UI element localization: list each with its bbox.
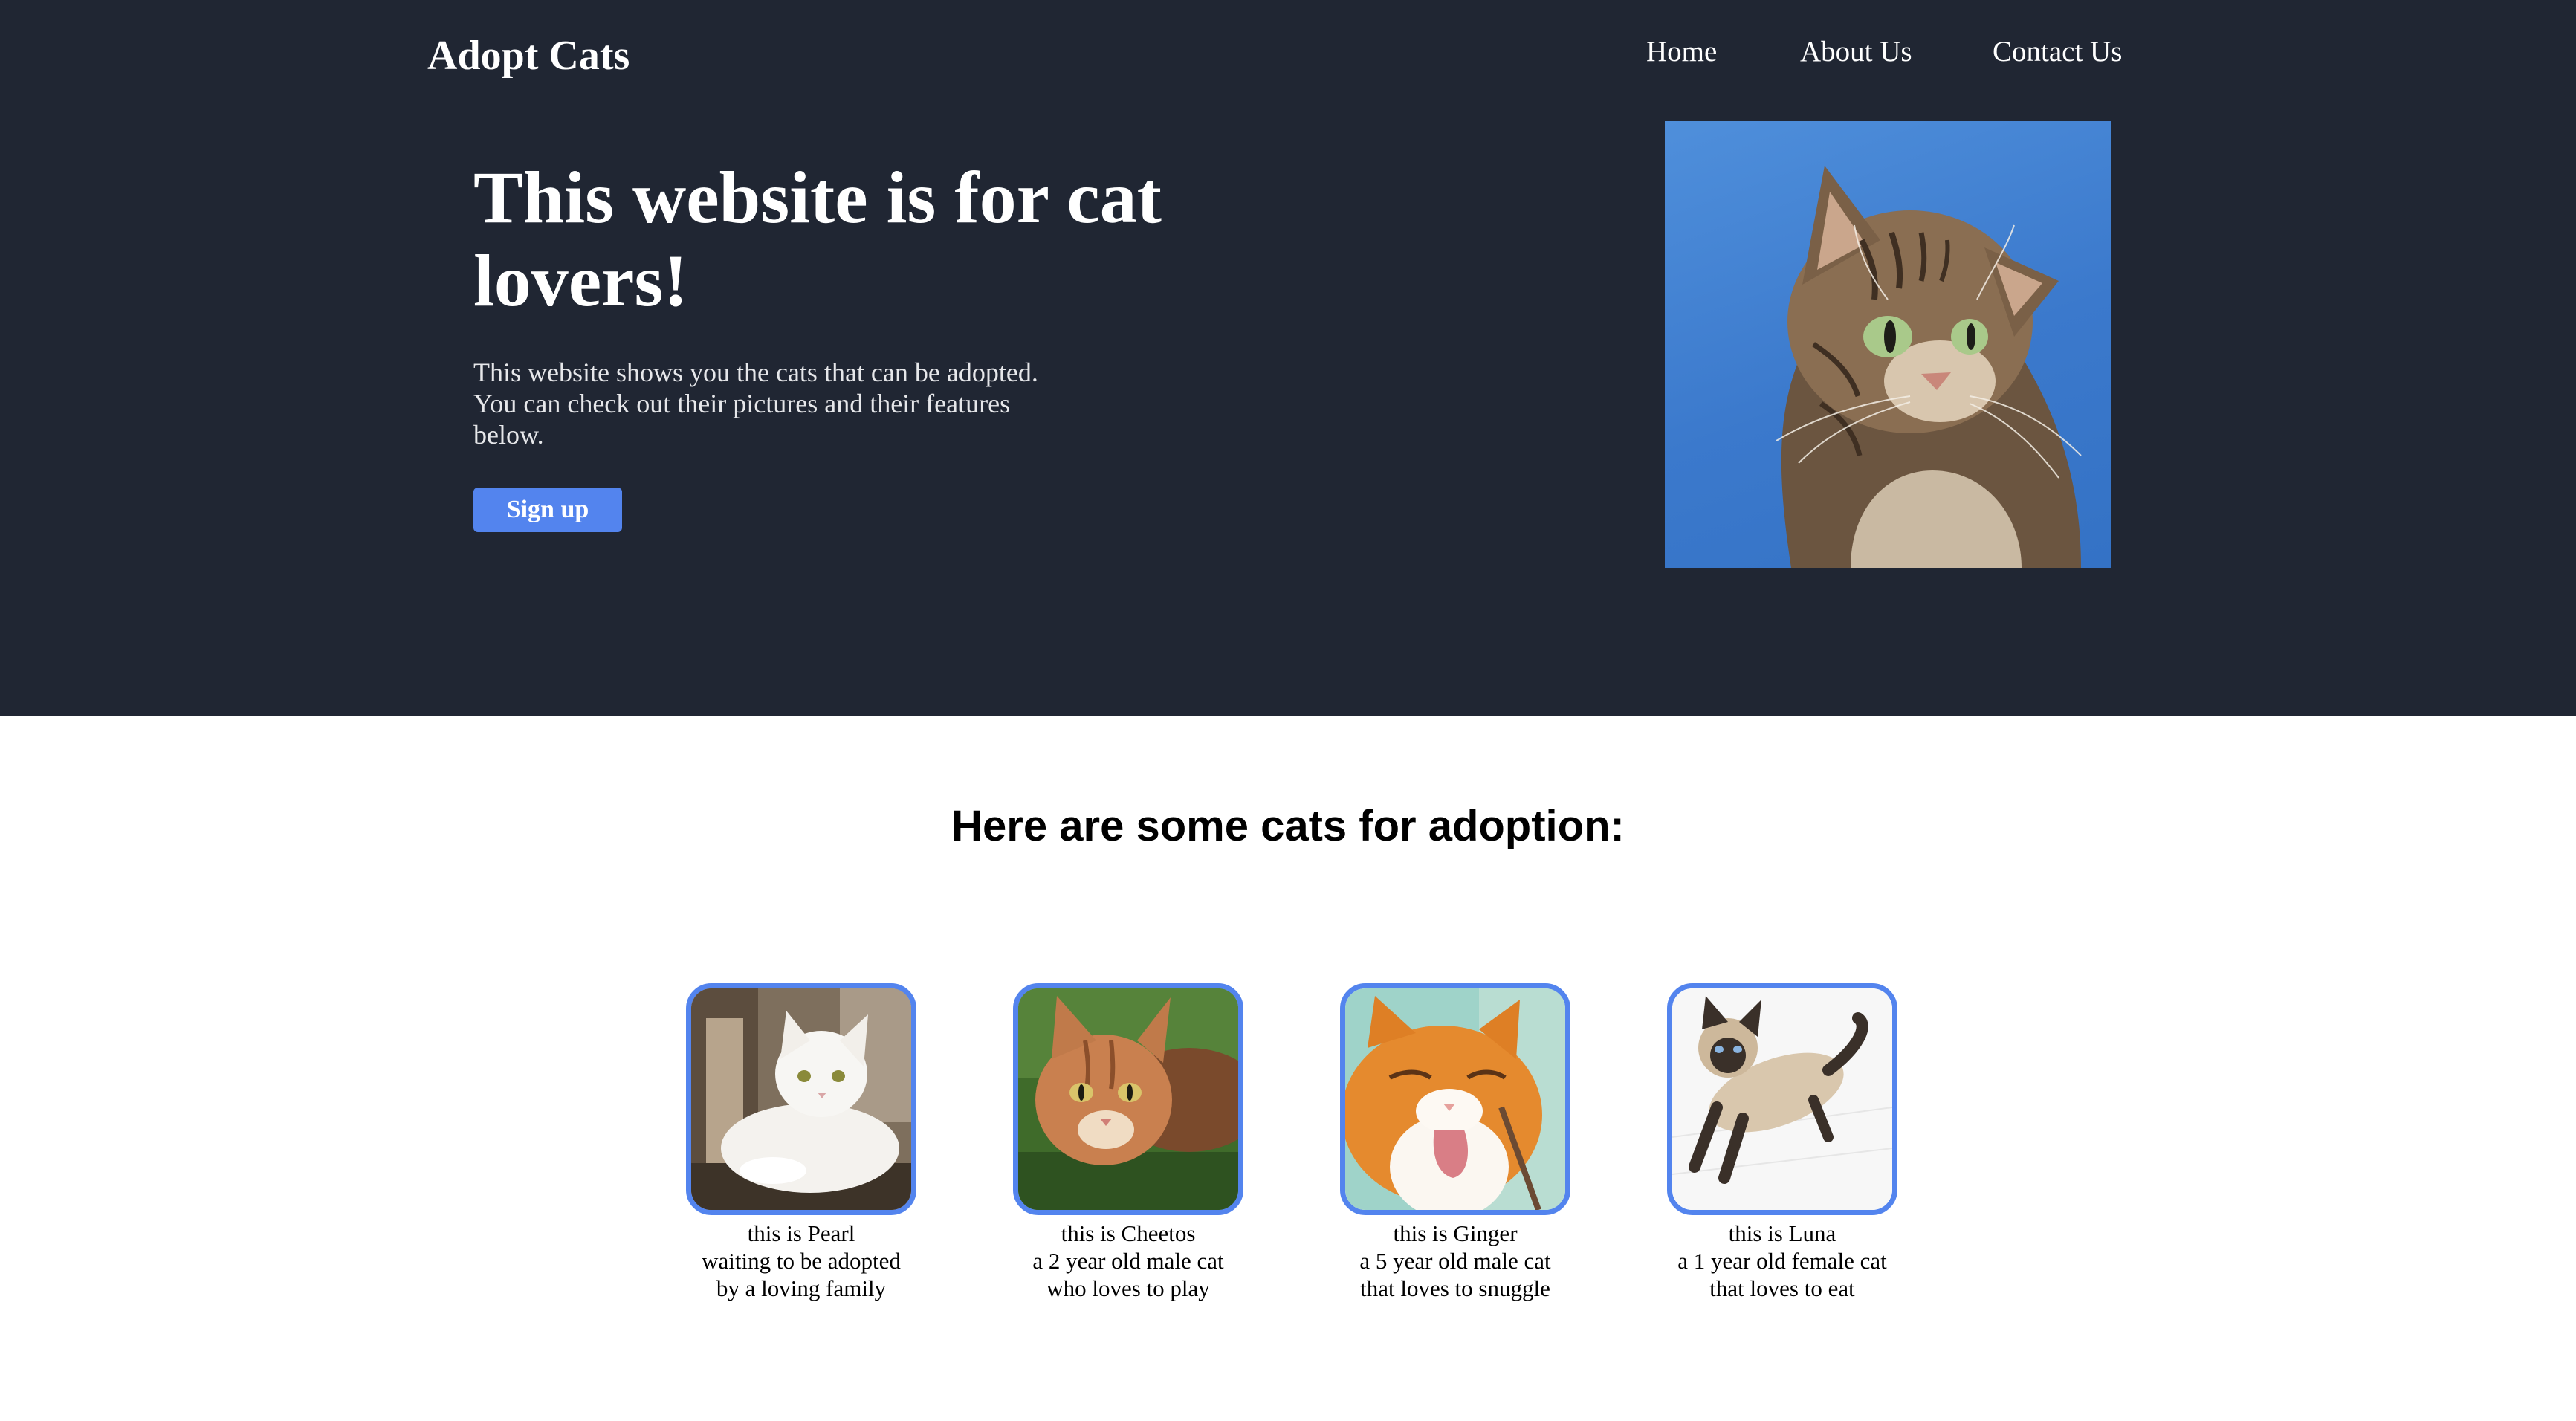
cat-card-cheetos[interactable]: this is Cheetos a 2 year old male cat wh…: [1009, 983, 1247, 1302]
cat-photo-frame[interactable]: [1013, 983, 1243, 1215]
cat-detail: waiting to be adopted: [702, 1248, 901, 1274]
nav-link-contact-us[interactable]: Contact Us: [1993, 33, 2122, 71]
cat-name: this is Ginger: [1393, 1220, 1518, 1246]
cat-card-ginger[interactable]: this is Ginger a 5 year old male cat tha…: [1336, 983, 1574, 1302]
nav-link-home[interactable]: Home: [1646, 33, 1717, 71]
cat-photo-frame[interactable]: [686, 983, 916, 1215]
white-cat-image: [691, 988, 911, 1210]
cat-detail: a 2 year old male cat: [1032, 1248, 1224, 1274]
cat-caption: this is Luna a 1 year old female cat tha…: [1663, 1220, 1901, 1302]
ginger-cat-licking-image: [1345, 988, 1565, 1210]
cat-card-luna[interactable]: this is Luna a 1 year old female cat tha…: [1663, 983, 1901, 1302]
section-heading: Here are some cats for adoption:: [951, 802, 1625, 850]
cat-name: this is Cheetos: [1061, 1220, 1196, 1246]
cat-detail: that loves to eat: [1709, 1275, 1855, 1301]
cat-photo-frame[interactable]: [1667, 983, 1897, 1215]
cat-caption: this is Cheetos a 2 year old male cat wh…: [1009, 1220, 1247, 1302]
orange-tabby-cat-image: [1018, 988, 1238, 1210]
hero-section: Adopt Cats Home About Us Contact Us This…: [0, 0, 2576, 716]
cat-photo-frame[interactable]: [1340, 983, 1570, 1215]
cat-detail: a 5 year old male cat: [1359, 1248, 1551, 1274]
hero-cat-photo: [1665, 121, 2111, 568]
sign-up-button[interactable]: Sign up: [473, 488, 622, 532]
cat-caption: this is Pearl waiting to be adopted by a…: [682, 1220, 920, 1302]
cat-card-pearl[interactable]: this is Pearl waiting to be adopted by a…: [682, 983, 920, 1302]
tabby-cat-image: [1776, 166, 2082, 568]
cat-detail: a 1 year old female cat: [1677, 1248, 1887, 1274]
nav-link-about-us[interactable]: About Us: [1800, 33, 1912, 71]
cat-detail: by a loving family: [716, 1275, 887, 1301]
cat-detail: who loves to play: [1046, 1275, 1210, 1301]
cat-name: this is Luna: [1728, 1220, 1836, 1246]
cat-detail: that loves to snuggle: [1360, 1275, 1550, 1301]
hero-description: This website shows you the cats that can…: [473, 357, 1038, 450]
brand-logo-text[interactable]: Adopt Cats: [427, 30, 630, 82]
cat-caption: this is Ginger a 5 year old male cat tha…: [1336, 1220, 1574, 1302]
cat-name: this is Pearl: [747, 1220, 855, 1246]
hero-title: This website is for cat lovers!: [473, 156, 1162, 322]
siamese-cat-image: [1672, 988, 1892, 1210]
